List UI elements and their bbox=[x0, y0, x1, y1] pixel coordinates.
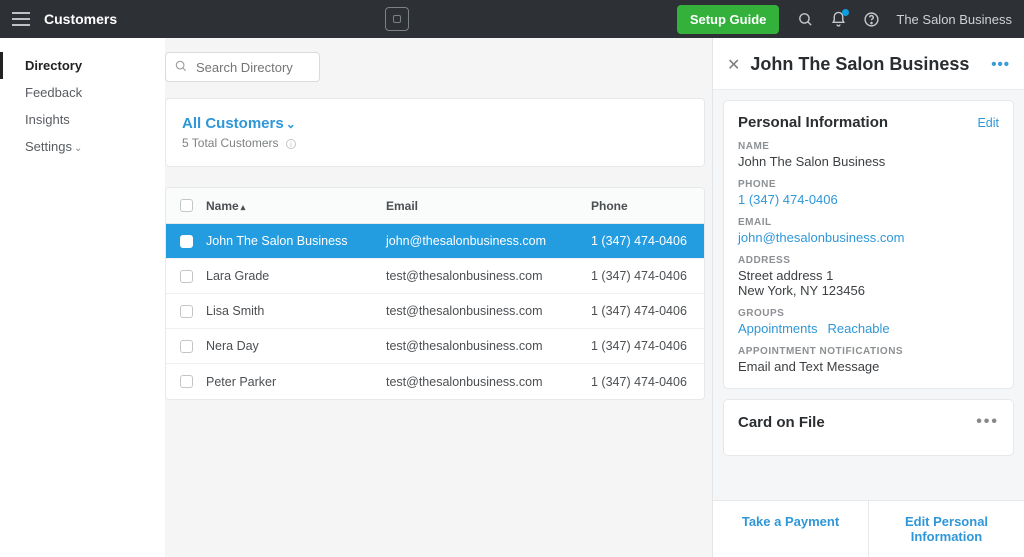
sidebar-item-directory[interactable]: Directory bbox=[0, 52, 165, 79]
group-count-text: 5 Total Customers bbox=[182, 136, 279, 150]
label-email: EMAIL bbox=[738, 217, 999, 228]
table-row[interactable]: John The Salon Businessjohn@thesalonbusi… bbox=[166, 224, 704, 259]
group-tags: Appointments Reachable bbox=[738, 321, 999, 336]
chevron-down-icon: ⌄ bbox=[74, 143, 82, 154]
detail-header: ✕ John The Salon Business ••• bbox=[713, 38, 1024, 90]
sort-asc-icon: ▴ bbox=[241, 202, 246, 212]
table-row[interactable]: Nera Daytest@thesalonbusiness.com1 (347)… bbox=[166, 329, 704, 364]
more-actions-icon[interactable]: ••• bbox=[991, 56, 1010, 73]
value-email[interactable]: john@thesalonbusiness.com bbox=[738, 230, 999, 245]
cell-email: test@thesalonbusiness.com bbox=[386, 375, 591, 389]
cell-phone: 1 (347) 474-0406 bbox=[591, 304, 704, 318]
table-row[interactable]: Lisa Smithtest@thesalonbusiness.com1 (34… bbox=[166, 294, 704, 329]
column-email[interactable]: Email bbox=[386, 199, 591, 213]
value-address-line1: Street address 1 bbox=[738, 268, 999, 283]
cell-phone: 1 (347) 474-0406 bbox=[591, 339, 704, 353]
label-notifications: APPOINTMENT NOTIFICATIONS bbox=[738, 346, 999, 357]
row-checkbox[interactable] bbox=[180, 375, 193, 388]
customers-table: Name▴ Email Phone John The Salon Busines… bbox=[165, 187, 705, 400]
sidebar-item-settings[interactable]: Settings⌄ bbox=[0, 133, 165, 160]
row-checkbox[interactable] bbox=[180, 340, 193, 353]
row-checkbox[interactable] bbox=[180, 270, 193, 283]
search-input[interactable] bbox=[165, 52, 320, 82]
value-address-line2: New York, NY 123456 bbox=[738, 283, 999, 298]
cell-email: john@thesalonbusiness.com bbox=[386, 234, 591, 248]
group-subtitle: 5 Total Customers i bbox=[182, 136, 688, 150]
table-header: Name▴ Email Phone bbox=[166, 188, 704, 224]
personal-info-card: Personal Information Edit NAME John The … bbox=[723, 100, 1014, 389]
group-tag[interactable]: Appointments bbox=[738, 321, 818, 336]
cell-phone: 1 (347) 474-0406 bbox=[591, 375, 704, 389]
card-on-file-title: Card on File bbox=[738, 414, 976, 431]
value-phone[interactable]: 1 (347) 474-0406 bbox=[738, 192, 999, 207]
row-checkbox[interactable] bbox=[180, 235, 193, 248]
cell-name: Peter Parker bbox=[206, 375, 386, 389]
detail-actions: Take a Payment Edit Personal Information bbox=[713, 500, 1024, 557]
cell-name: Nera Day bbox=[206, 339, 386, 353]
select-all-checkbox[interactable] bbox=[180, 199, 193, 212]
search-icon[interactable] bbox=[797, 11, 814, 28]
sidebar: DirectoryFeedbackInsightsSettings⌄ bbox=[0, 38, 165, 557]
card-title: Personal Information bbox=[738, 114, 977, 131]
edit-link[interactable]: Edit bbox=[977, 116, 999, 130]
cell-name: Lisa Smith bbox=[206, 304, 386, 318]
main-content: All Customers⌄ 5 Total Customers i Name▴… bbox=[165, 38, 712, 557]
card-more-icon[interactable]: ••• bbox=[976, 413, 999, 431]
cell-name: Lara Grade bbox=[206, 269, 386, 283]
sidebar-item-feedback[interactable]: Feedback bbox=[0, 79, 165, 106]
hamburger-icon[interactable] bbox=[12, 12, 30, 26]
table-row[interactable]: Lara Gradetest@thesalonbusiness.com1 (34… bbox=[166, 259, 704, 294]
label-phone: PHONE bbox=[738, 179, 999, 190]
account-name[interactable]: The Salon Business bbox=[896, 12, 1012, 27]
label-groups: GROUPS bbox=[738, 308, 999, 319]
customer-group-dropdown[interactable]: All Customers⌄ bbox=[182, 115, 688, 132]
close-icon[interactable]: ✕ bbox=[727, 55, 740, 75]
customer-detail-panel: ✕ John The Salon Business ••• Personal I… bbox=[712, 38, 1024, 557]
table-row[interactable]: Peter Parkertest@thesalonbusiness.com1 (… bbox=[166, 364, 704, 399]
card-on-file-card: Card on File ••• bbox=[723, 399, 1014, 456]
cell-phone: 1 (347) 474-0406 bbox=[591, 234, 704, 248]
group-title-text: All Customers bbox=[182, 115, 284, 132]
setup-guide-button[interactable]: Setup Guide bbox=[677, 5, 780, 34]
notifications-icon[interactable] bbox=[830, 11, 847, 28]
sidebar-item-insights[interactable]: Insights bbox=[0, 106, 165, 133]
column-phone[interactable]: Phone bbox=[591, 199, 704, 213]
info-icon[interactable]: i bbox=[286, 139, 296, 149]
square-logo-icon[interactable] bbox=[385, 7, 409, 31]
label-address: ADDRESS bbox=[738, 255, 999, 266]
cell-email: test@thesalonbusiness.com bbox=[386, 304, 591, 318]
edit-personal-info-button[interactable]: Edit Personal Information bbox=[868, 501, 1024, 557]
notification-dot-icon bbox=[842, 9, 849, 16]
cell-email: test@thesalonbusiness.com bbox=[386, 339, 591, 353]
chevron-down-icon: ⌄ bbox=[286, 117, 296, 131]
value-notifications: Email and Text Message bbox=[738, 359, 999, 374]
cell-email: test@thesalonbusiness.com bbox=[386, 269, 591, 283]
cell-phone: 1 (347) 474-0406 bbox=[591, 269, 704, 283]
group-tag[interactable]: Reachable bbox=[828, 321, 890, 336]
detail-title: John The Salon Business bbox=[750, 54, 981, 75]
app-title: Customers bbox=[44, 11, 117, 27]
customer-group-panel: All Customers⌄ 5 Total Customers i bbox=[165, 98, 705, 167]
help-icon[interactable] bbox=[863, 11, 880, 28]
cell-name: John The Salon Business bbox=[206, 234, 386, 248]
label-name: NAME bbox=[738, 141, 999, 152]
column-name[interactable]: Name▴ bbox=[206, 199, 386, 213]
search-icon bbox=[174, 59, 188, 73]
col-name-label: Name bbox=[206, 199, 239, 213]
topbar: Customers Setup Guide The Salon Business bbox=[0, 0, 1024, 38]
row-checkbox[interactable] bbox=[180, 305, 193, 318]
take-payment-button[interactable]: Take a Payment bbox=[713, 501, 868, 557]
value-name: John The Salon Business bbox=[738, 154, 999, 169]
